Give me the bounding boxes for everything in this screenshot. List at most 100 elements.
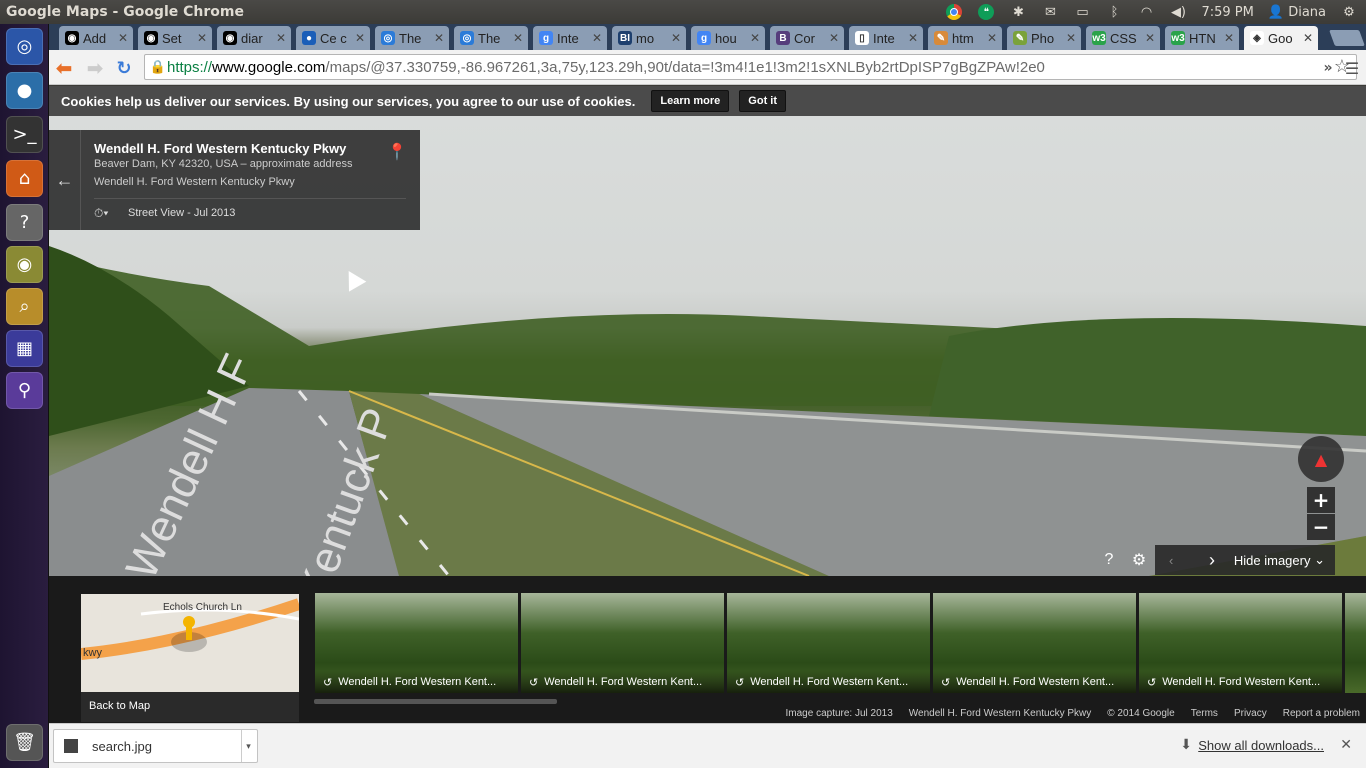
reload-icon[interactable]: ↻ [111,55,137,81]
tab-close-icon[interactable]: ✕ [433,31,445,45]
browser-tab[interactable]: ◎ The ✕ [375,26,449,50]
tab-close-icon[interactable]: ✕ [117,31,129,45]
back-to-map-link[interactable]: Back to Map [81,692,299,722]
browser-tab[interactable]: ✎ htm ✕ [928,26,1002,50]
imagery-thumbnail[interactable]: ↺ Wendell H. Ford Western Kent... [933,593,1136,693]
mail-icon[interactable]: ✉ [1041,4,1059,20]
tab-close-icon[interactable]: ✕ [986,31,998,45]
address-bar[interactable]: 🔒 https://www.google.com/maps/@37.330759… [144,54,1357,80]
privacy-link[interactable]: Privacy [1234,708,1267,719]
tab-close-icon[interactable]: ✕ [512,31,524,45]
tab-close-icon[interactable]: ✕ [749,31,761,45]
tab-close-icon[interactable]: ✕ [591,31,603,45]
menu-icon[interactable]: ☰ [1339,55,1365,81]
extensions-chevron-icon[interactable]: » [1315,55,1341,81]
url-path: /maps/@37.330759,-86.967261,3a,75y,123.2… [325,58,1045,76]
tab-close-icon[interactable]: ✕ [1144,31,1156,45]
report-problem-link[interactable]: Report a problem [1283,708,1360,719]
imagery-thumbnail[interactable]: ↺ Wendell H. Ford Western Kent... [727,593,930,693]
terms-link[interactable]: Terms [1191,708,1218,719]
tab-favicon-icon: ✎ [1013,31,1027,45]
tab-close-icon[interactable]: ✕ [907,31,919,45]
chrome-indicator-icon[interactable] [945,4,963,20]
browser-tab[interactable]: w3 CSS ✕ [1086,26,1160,50]
back-arrow-icon[interactable]: ⬅ [51,55,77,81]
workspace-icon[interactable]: ▦ [6,330,43,367]
filmstrip-scrollbar[interactable] [314,699,557,704]
search-tool-icon[interactable]: ⌕ [6,288,43,325]
thumbnail-label: ↺ Wendell H. Ford Western Kent... [727,671,930,693]
wifi-icon[interactable]: ◠ [1137,4,1155,20]
battery-icon[interactable]: ▭ [1073,4,1091,20]
browser-tab[interactable]: ✎ Pho ✕ [1007,26,1081,50]
browser-tab[interactable]: BI mo ✕ [612,26,686,50]
mini-map[interactable]: Echols Church Ln kwy [81,594,299,692]
tab-close-icon[interactable]: ✕ [1302,31,1314,45]
tab-close-icon[interactable]: ✕ [196,31,208,45]
browser-tab[interactable]: w3 HTN ✕ [1165,26,1239,50]
zoom-in-button[interactable]: + [1307,487,1335,513]
volume-icon[interactable]: ◀) [1169,4,1187,20]
user-menu[interactable]: 👤 Diana [1268,4,1326,20]
learn-more-button[interactable]: Learn more [651,90,730,112]
forward-arrow-icon[interactable]: ➡ [82,55,108,81]
browser-tab[interactable]: ◉ Add ✕ [59,26,133,50]
browser-tab[interactable]: g hou ✕ [691,26,765,50]
copyright: © 2014 Google [1107,708,1175,719]
tab-close-icon[interactable]: ✕ [275,31,287,45]
browser-tab[interactable]: ◉ diar ✕ [217,26,291,50]
browser-tab[interactable]: ◎ The ✕ [454,26,528,50]
got-it-button[interactable]: Got it [739,90,787,112]
tab-favicon-icon: B [776,31,790,45]
dash-icon[interactable]: ◎ [6,28,43,65]
imagery-thumbnail-partial[interactable] [1345,593,1366,693]
clock[interactable]: 7:59 PM [1201,4,1253,20]
zoom-out-button[interactable]: − [1307,514,1335,540]
speaker-icon[interactable]: ◉ [6,246,43,283]
cookie-notice: Cookies help us deliver our services. By… [49,86,1366,116]
browser-tab[interactable]: ◉ Set ✕ [138,26,212,50]
tab-favicon-icon: ◎ [460,31,474,45]
settings-icon[interactable]: ⚙ [1126,545,1152,575]
help-icon[interactable]: ? [1096,545,1122,575]
thumbnail-text: Wendell H. Ford Western Kent... [956,676,1115,688]
history-icon[interactable]: ⏱▾ [94,206,108,221]
thumbnail-text: Wendell H. Ford Western Kent... [544,676,703,688]
tab-close-icon[interactable]: ✕ [1223,31,1235,45]
browser-tab[interactable]: g Inte ✕ [533,26,607,50]
tab-label: Goo [1268,30,1293,46]
map-pin-icon[interactable]: 📍 [387,142,407,162]
bluetooth-icon[interactable]: ✱ [1009,4,1027,20]
new-tab-button[interactable] [1329,30,1365,46]
terminal-icon[interactable]: >_ [6,116,43,153]
hangouts-icon[interactable]: ❝ [977,4,995,20]
imagery-thumbnail[interactable]: ↺ Wendell H. Ford Western Kent... [521,593,724,693]
hide-imagery-button[interactable]: ‹ › Hide imagery ⌄ [1155,545,1335,575]
close-icon[interactable]: ✕ [1340,736,1352,753]
tab-close-icon[interactable]: ✕ [1065,31,1077,45]
next-arrow-icon[interactable]: › [1209,550,1215,571]
back-arrow-icon[interactable]: ← [49,130,81,230]
imagery-thumbnail[interactable]: ↺ Wendell H. Ford Western Kent... [315,593,518,693]
trash-icon[interactable]: 🗑 [6,724,43,761]
files-icon[interactable]: ⌂ [6,160,43,197]
tab-close-icon[interactable]: ✕ [828,31,840,45]
tab-close-icon[interactable]: ✕ [354,31,366,45]
bluetooth-status-icon[interactable]: ᛒ [1105,4,1123,20]
imagery-thumbnail[interactable]: ↺ Wendell H. Ford Western Kent... [1139,593,1342,693]
browser-tab[interactable]: ◈ Goo ✕ [1244,26,1318,50]
browser-tab[interactable]: ▯ Inte ✕ [849,26,923,50]
browser-tab[interactable]: B Cor ✕ [770,26,844,50]
usb-icon[interactable]: ⚲ [6,372,43,409]
tab-close-icon[interactable]: ✕ [670,31,682,45]
chrome-icon[interactable]: ● [6,72,43,109]
browser-tab[interactable]: ● Ce c ✕ [296,26,370,50]
show-all-downloads-link[interactable]: Show all downloads... [1198,738,1324,753]
tab-label: Inte [557,30,579,46]
prev-arrow-icon[interactable]: ‹ [1169,553,1173,568]
compass-icon[interactable]: ▲ [1298,436,1344,482]
help-icon[interactable]: ? [6,204,43,241]
download-item[interactable]: search.jpg ▾ [53,729,258,763]
settings-gear-icon[interactable]: ⚙ [1340,4,1358,20]
download-options-chevron-icon[interactable]: ▾ [241,730,255,762]
